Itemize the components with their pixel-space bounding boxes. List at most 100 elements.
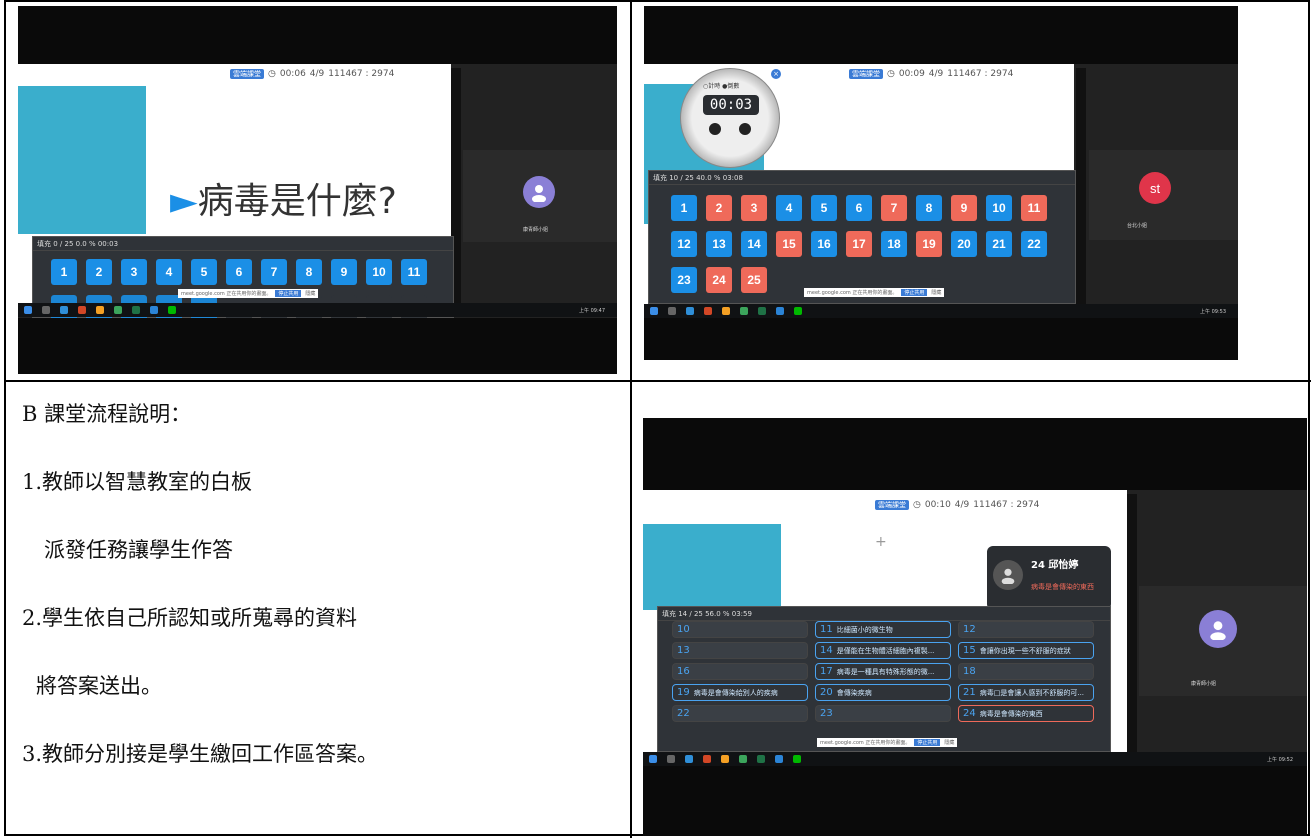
number-button[interactable]: 10	[366, 259, 392, 285]
search-icon[interactable]	[667, 755, 675, 763]
chrome-icon[interactable]	[740, 307, 748, 315]
answer-row[interactable]: 24 病毒是會傳染的東西	[958, 705, 1094, 722]
number-button[interactable]: 5	[191, 259, 217, 285]
line-icon[interactable]	[168, 306, 176, 314]
windows-icon[interactable]	[650, 307, 658, 315]
stop-share-button[interactable]: 停止共用	[275, 290, 302, 297]
powerpoint-icon[interactable]	[703, 755, 711, 763]
number-button[interactable]: 6	[846, 195, 872, 221]
chrome-icon[interactable]	[739, 755, 747, 763]
number-button[interactable]: 20	[951, 231, 977, 257]
stop-share-button[interactable]: 停止共用	[914, 739, 941, 746]
number-button[interactable]: 12	[671, 231, 697, 257]
excel-icon[interactable]	[757, 755, 765, 763]
hide-button[interactable]: 隱藏	[944, 739, 954, 746]
number-button[interactable]: 4	[776, 195, 802, 221]
number-button[interactable]: 8	[296, 259, 322, 285]
answer-row[interactable]: 12	[958, 621, 1094, 638]
taskbar-clock: 上午 09:52	[1267, 756, 1293, 763]
powerpoint-icon[interactable]	[78, 306, 86, 314]
number-button[interactable]: 5	[811, 195, 837, 221]
number-button[interactable]: 6	[226, 259, 252, 285]
share-notice: meet.google.com 正在共用你的畫面。 停止共用 隱藏	[817, 738, 958, 747]
number-button[interactable]: 21	[986, 231, 1012, 257]
number-button[interactable]: 11	[1021, 195, 1047, 221]
number-button[interactable]: 17	[846, 231, 872, 257]
number-button[interactable]: 1	[51, 259, 77, 285]
explorer-icon[interactable]	[775, 755, 783, 763]
powerpoint-icon[interactable]	[704, 307, 712, 315]
answer-row[interactable]: 16	[672, 663, 808, 680]
timer-mode[interactable]: ○計時 ●倒數	[703, 81, 739, 90]
number-button[interactable]: 25	[741, 267, 767, 293]
number-button[interactable]: 11	[401, 259, 427, 285]
answer-row[interactable]: 21 病毒□是會讓人感到不舒服的可...	[958, 684, 1094, 701]
search-icon[interactable]	[668, 307, 676, 315]
edge-icon[interactable]	[685, 755, 693, 763]
app-icon[interactable]	[722, 307, 730, 315]
hide-button[interactable]: 隱藏	[931, 289, 941, 296]
tool-strip[interactable]	[1076, 68, 1086, 304]
explorer-icon[interactable]	[776, 307, 784, 315]
answer-row[interactable]: 15 會讓你出現一些不舒服的症狀	[958, 642, 1094, 659]
windows-icon[interactable]	[24, 306, 32, 314]
number-button[interactable]: 7	[881, 195, 907, 221]
windows-icon[interactable]	[649, 755, 657, 763]
answer-row[interactable]: 20 會傳染疾病	[815, 684, 951, 701]
number-button[interactable]: 14	[741, 231, 767, 257]
answer-row[interactable]: 23	[815, 705, 951, 722]
number-button[interactable]: 16	[811, 231, 837, 257]
answer-row[interactable]: 18	[958, 663, 1094, 680]
number-button[interactable]: 9	[951, 195, 977, 221]
answer-row[interactable]: 10	[672, 621, 808, 638]
number-button[interactable]: 3	[121, 259, 147, 285]
answer-row[interactable]: 17 病毒是一種具有特殊形態的微...	[815, 663, 951, 680]
number-button[interactable]: 18	[881, 231, 907, 257]
close-icon[interactable]: ×	[771, 69, 781, 79]
number-button[interactable]: 3	[741, 195, 767, 221]
number-button[interactable]: 8	[916, 195, 942, 221]
tool-strip[interactable]	[1127, 494, 1137, 752]
app-icon[interactable]	[96, 306, 104, 314]
search-icon[interactable]	[42, 306, 50, 314]
taskbar: 上午 09:52	[643, 752, 1307, 766]
number-button[interactable]: 22	[1021, 231, 1047, 257]
excel-icon[interactable]	[132, 306, 140, 314]
answer-row[interactable]: 22	[672, 705, 808, 722]
pause-icon[interactable]	[739, 123, 751, 135]
number-button[interactable]: 19	[916, 231, 942, 257]
edge-icon[interactable]	[60, 306, 68, 314]
flow-heading: B 課堂流程說明：	[22, 402, 192, 426]
number-button[interactable]: 23	[671, 267, 697, 293]
mode-count-down[interactable]: 倒數	[727, 83, 739, 90]
line-icon[interactable]	[794, 307, 802, 315]
number-button[interactable]: 7	[261, 259, 287, 285]
answer-row[interactable]: 13	[672, 642, 808, 659]
answer-number: 24	[963, 708, 976, 719]
answer-row[interactable]: 14 是僅能在生物體活細胞內複製...	[815, 642, 951, 659]
number-button[interactable]: 2	[706, 195, 732, 221]
mode-count-up[interactable]: 計時	[708, 83, 720, 90]
flow-step-3: 3.教師分別接是學生繳回工作區答案。	[22, 742, 379, 766]
number-button[interactable]: 10	[986, 195, 1012, 221]
answer-row[interactable]: 19 病毒是會傳染給別人的疾病	[672, 684, 808, 701]
number-button[interactable]: 1	[671, 195, 697, 221]
answer-number: 22	[677, 708, 690, 719]
timer-widget[interactable]: ○計時 ●倒數 00:03 ×	[680, 68, 781, 168]
stop-share-button[interactable]: 停止共用	[901, 289, 928, 296]
number-button[interactable]: 4	[156, 259, 182, 285]
number-button[interactable]: 15	[776, 231, 802, 257]
answer-row[interactable]: 11 比細菌小的微生物	[815, 621, 951, 638]
number-button[interactable]: 9	[331, 259, 357, 285]
edge-icon[interactable]	[686, 307, 694, 315]
chrome-icon[interactable]	[114, 306, 122, 314]
line-icon[interactable]	[793, 755, 801, 763]
app-icon[interactable]	[721, 755, 729, 763]
number-button[interactable]: 24	[706, 267, 732, 293]
hide-button[interactable]: 隱藏	[305, 290, 315, 297]
number-button[interactable]: 13	[706, 231, 732, 257]
stop-icon[interactable]	[709, 123, 721, 135]
number-button[interactable]: 2	[86, 259, 112, 285]
explorer-icon[interactable]	[150, 306, 158, 314]
excel-icon[interactable]	[758, 307, 766, 315]
